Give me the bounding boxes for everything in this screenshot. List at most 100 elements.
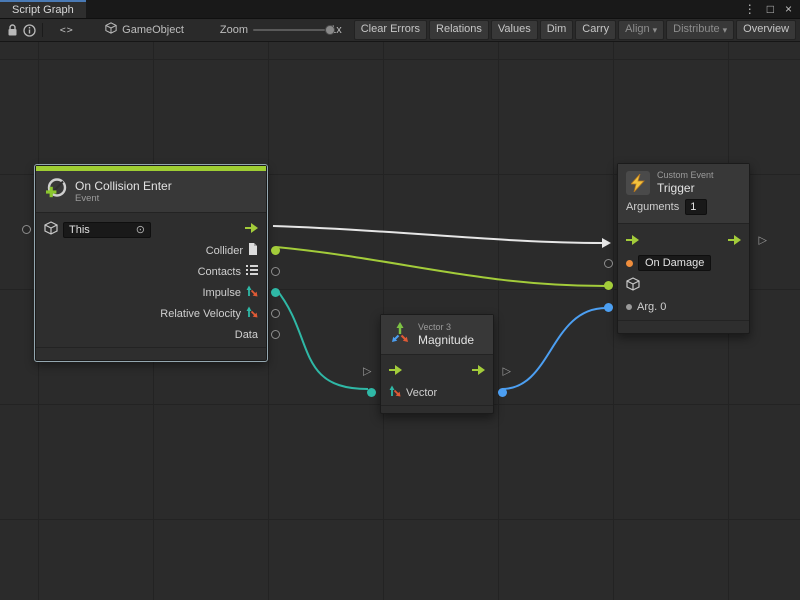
port-magnitude-output[interactable] <box>498 388 507 397</box>
node-header: Vector 3 Magnitude <box>381 315 493 355</box>
tab-label: Script Graph <box>12 4 74 16</box>
node-subtitle: Event <box>75 193 172 204</box>
port-label: Relative Velocity <box>160 308 241 320</box>
flow-carry-out-icon[interactable]: ▷ <box>759 236 767 247</box>
wire-flow-arrowhead <box>602 238 611 248</box>
node-kind: Vector 3 <box>418 322 474 333</box>
close-icon[interactable]: × <box>785 3 792 15</box>
flow-row: ▷ ▷ <box>381 361 493 382</box>
gameobject-button[interactable]: GameObject <box>105 21 184 39</box>
node-body: This ⊙ Collider Contacts <box>36 213 266 345</box>
node-header: On Collision Enter Event <box>36 171 266 213</box>
flow-carry-out-icon[interactable]: ▷ <box>503 366 511 377</box>
port-row-collider: Collider <box>36 240 266 261</box>
flow-input-arrow-icon[interactable] <box>626 235 639 248</box>
code-view-icon[interactable]: <> <box>58 21 75 39</box>
node-custom-event-trigger[interactable]: Custom Event Trigger Arguments 1 ▷ <box>617 163 750 334</box>
align-label: Align <box>625 23 649 36</box>
lock-icon[interactable] <box>4 21 21 39</box>
node-body: ▷ ▷ Vector <box>381 355 493 403</box>
arguments-input[interactable]: 1 <box>685 199 707 215</box>
node-footer <box>36 347 266 360</box>
port-label: Collider <box>206 245 243 257</box>
node-footer <box>381 405 493 413</box>
wire-magnitude-blue[interactable] <box>502 308 606 389</box>
flow-output-arrow-icon[interactable] <box>728 235 741 248</box>
port-label: Data <box>235 329 258 341</box>
cube-icon <box>44 221 58 238</box>
collider-doc-icon <box>248 243 258 258</box>
values-button[interactable]: Values <box>491 20 538 39</box>
wire-flow-white[interactable] <box>273 226 603 243</box>
graph-canvas[interactable]: On Collision Enter Event This ⊙ <box>0 42 800 600</box>
vector3-icon <box>389 321 411 348</box>
port-label: Impulse <box>202 287 241 299</box>
port-event-output-left[interactable] <box>22 225 31 234</box>
carry-button[interactable]: Carry <box>575 20 616 39</box>
value-port-icon <box>626 304 632 310</box>
target-value: This <box>69 224 90 236</box>
port-row-impulse: Impulse <box>36 282 266 303</box>
flow-output-arrow-icon[interactable] <box>472 365 485 378</box>
vector3-mini-icon <box>246 285 258 300</box>
node-title: Magnitude <box>418 333 474 347</box>
clear-errors-button[interactable]: Clear Errors <box>354 20 427 39</box>
target-row: This ⊙ <box>36 219 266 240</box>
node-title: On Collision Enter <box>75 179 172 193</box>
port-relative-velocity-output[interactable] <box>271 309 280 318</box>
arguments-label: Arguments <box>626 201 679 213</box>
tab-bar: Script Graph ⋮ □ × <box>0 0 800 18</box>
dim-button[interactable]: Dim <box>540 20 574 39</box>
port-contacts-output[interactable] <box>271 267 280 276</box>
flow-output-arrow-icon[interactable] <box>245 223 258 236</box>
event-name-input[interactable]: On Damage <box>638 255 711 271</box>
maximize-icon[interactable]: □ <box>767 3 774 15</box>
align-button[interactable]: Align ▾ <box>618 20 664 39</box>
info-icon[interactable] <box>21 21 38 39</box>
node-kind: Custom Event <box>657 170 714 181</box>
graph-toolbar: <> GameObject Zoom 1x Clear Errors Relat… <box>0 18 800 42</box>
window-controls: ⋮ □ × <box>744 0 800 18</box>
relations-button[interactable]: Relations <box>429 20 489 39</box>
zoom-slider[interactable] <box>253 23 325 37</box>
zoom-slider-track <box>253 29 325 31</box>
arguments-row: Arguments 1 <box>618 197 749 224</box>
gameobject-label: GameObject <box>122 24 184 36</box>
port-row-target <box>618 274 749 296</box>
port-collider-output[interactable] <box>271 246 280 255</box>
port-data-output[interactable] <box>271 330 280 339</box>
list-icon <box>246 265 258 278</box>
distribute-button[interactable]: Distribute ▾ <box>666 20 734 39</box>
node-on-collision-enter[interactable]: On Collision Enter Event This ⊙ <box>35 165 267 361</box>
port-target-input[interactable] <box>604 281 613 290</box>
target-dropdown[interactable]: This ⊙ <box>63 222 151 238</box>
string-port-icon <box>626 260 633 267</box>
menu-icon[interactable]: ⋮ <box>744 3 756 15</box>
wire-impulse-teal[interactable] <box>276 289 368 389</box>
zoom-slider-handle[interactable] <box>325 25 335 35</box>
port-label: Arg. 0 <box>637 301 666 313</box>
tab-script-graph[interactable]: Script Graph <box>0 0 86 18</box>
cube-icon <box>626 277 640 294</box>
port-row-event-name: On Damage <box>618 252 749 274</box>
target-picker-icon[interactable]: ⊙ <box>136 223 145 236</box>
overview-button[interactable]: Overview <box>736 20 796 39</box>
zoom-label: Zoom <box>220 24 248 36</box>
port-vector-input[interactable] <box>367 388 376 397</box>
port-row-data: Data <box>36 324 266 345</box>
unity-visual-scripting-window: Script Graph ⋮ □ × <> GameObject Zoom <box>0 0 800 600</box>
port-impulse-output[interactable] <box>271 288 280 297</box>
chevron-down-icon: ▾ <box>653 25 658 36</box>
gameobject-icon <box>105 21 117 39</box>
node-footer <box>618 320 749 333</box>
wire-collider-green[interactable] <box>276 247 606 286</box>
vector3-mini-icon <box>389 385 401 400</box>
port-arg0-input[interactable] <box>604 303 613 312</box>
port-name-input[interactable] <box>604 259 613 268</box>
flow-carry-in-icon[interactable]: ▷ <box>363 366 371 377</box>
node-vector3-magnitude[interactable]: Vector 3 Magnitude ▷ ▷ <box>380 314 494 414</box>
port-row-arg0: Arg. 0 <box>618 296 749 318</box>
flow-input-arrow-icon[interactable] <box>389 365 402 378</box>
custom-event-icon <box>626 171 650 195</box>
port-label: Contacts <box>198 266 241 278</box>
